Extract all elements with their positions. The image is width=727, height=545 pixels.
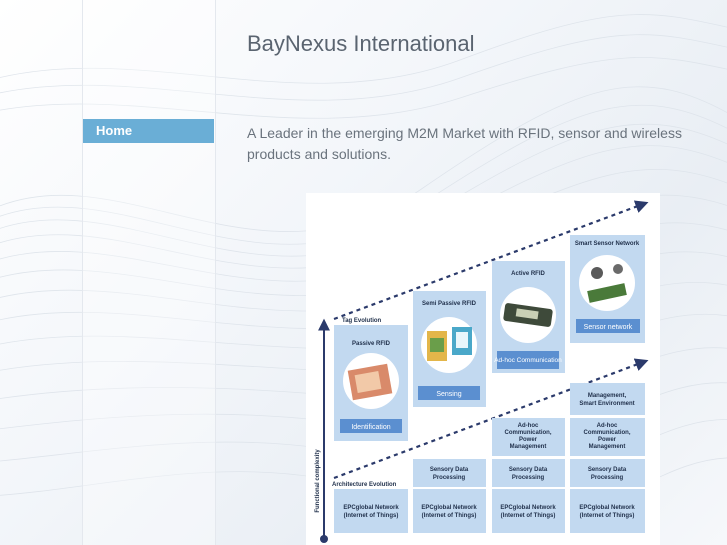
arch-adhoc-2-line4: Management xyxy=(589,444,626,450)
arch-processing-row: Sensory Data Processing Sensory Data Pro… xyxy=(413,459,645,487)
arch-adhoc-2-line3: Power xyxy=(598,437,617,443)
arch-network-2-line2: (Internet of Things) xyxy=(422,513,477,519)
arch-adhoc-2-line1: Ad-hoc xyxy=(597,423,618,429)
arch-network-1-line1: EPCglobal Network xyxy=(343,505,399,511)
arch-processing-2-line2: Processing xyxy=(512,475,545,481)
arch-processing-3-line1: Sensory Data xyxy=(588,467,627,473)
tag-badge-sensing: Sensing xyxy=(436,391,461,398)
tag-badge-identification: Identification xyxy=(351,424,390,431)
tag-badge-sensor-network: Sensor network xyxy=(584,324,633,331)
arch-network-3-line1: EPCglobal Network xyxy=(500,505,556,511)
tag-active-rfid: Active RFID Ad-hoc Communication xyxy=(492,261,565,373)
arch-management-line2: Smart Environment xyxy=(579,401,634,407)
arch-network-4-line2: (Internet of Things) xyxy=(580,513,635,519)
arch-network-row: EPCglobal Network (Internet of Things) E… xyxy=(334,489,645,533)
arch-adhoc-1-line4: Management xyxy=(510,444,547,450)
arch-adhoc-2-line2: Communication, xyxy=(583,430,630,436)
arch-management-line1: Management, xyxy=(588,393,627,399)
axis-origin-dot xyxy=(320,535,328,543)
arch-management-row: Management, Smart Environment xyxy=(570,383,645,415)
arch-processing-2-line1: Sensory Data xyxy=(509,467,548,473)
arch-network-1-line2: (Internet of Things) xyxy=(344,513,399,519)
tag-title-smart-sensor: Smart Sensor Network xyxy=(575,241,640,247)
nav-item-home[interactable]: Home xyxy=(83,119,214,143)
left-sidebar xyxy=(82,0,216,545)
tag-smart-sensor-network: Smart Sensor Network Sensor network xyxy=(570,235,645,343)
architecture-evolution-label: Architecture Evolution xyxy=(332,482,397,488)
arch-network-2-line1: EPCglobal Network xyxy=(421,505,477,511)
tag-passive-rfid: Passive RFID Identification xyxy=(334,325,408,441)
arch-processing-1-line1: Sensory Data xyxy=(430,467,469,473)
rfid-evolution-diagram: Functional complexity Tag Evolution Arch… xyxy=(306,193,660,545)
tag-title-active: Active RFID xyxy=(511,271,545,277)
arch-adhoc-1-line3: Power xyxy=(519,437,538,443)
arch-adhoc-1-line2: Communication, xyxy=(504,430,551,436)
tag-semi-passive-rfid: Semi Passive RFID Sensing xyxy=(413,291,486,407)
arch-adhoc-row: Ad-hoc Communication, Power Management A… xyxy=(492,418,645,456)
arch-processing-3-line2: Processing xyxy=(591,475,624,481)
sensor-node-image-1 xyxy=(591,267,603,279)
arch-network-4-line1: EPCglobal Network xyxy=(579,505,635,511)
tag-badge-adhoc: Ad-hoc Communication xyxy=(494,357,562,364)
site-title: BayNexus International xyxy=(247,31,475,56)
arch-adhoc-1-line1: Ad-hoc xyxy=(518,423,539,429)
tagline: A Leader in the emerging M2M Market with… xyxy=(247,125,682,162)
arch-network-3-line2: (Internet of Things) xyxy=(501,513,556,519)
sensor-node-image-2 xyxy=(613,264,623,274)
tag-evolution-label: Tag Evolution xyxy=(342,318,382,324)
tag-title-passive: Passive RFID xyxy=(352,341,391,347)
arch-processing-1-line2: Processing xyxy=(433,475,466,481)
y-axis-label: Functional complexity xyxy=(315,449,321,513)
tag-title-semi-passive: Semi Passive RFID xyxy=(422,301,477,307)
